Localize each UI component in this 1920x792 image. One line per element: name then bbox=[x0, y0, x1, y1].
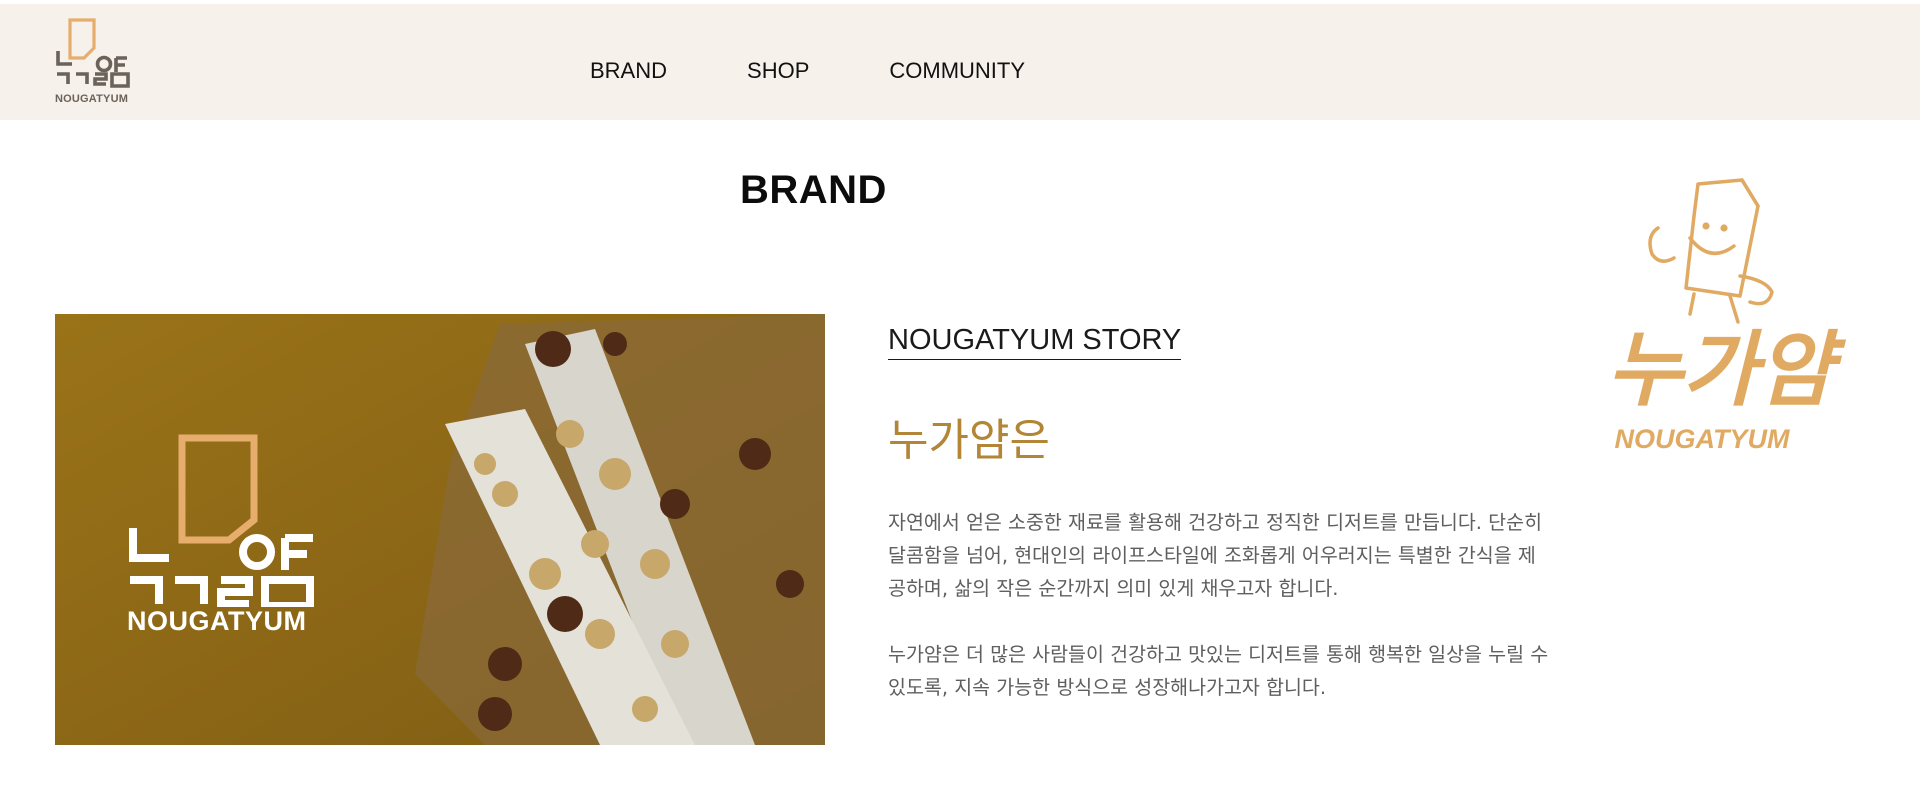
story-line: 달콤함을 넘어, 현대인의 라이프스타일에 조화롭게 어우러지는 특별한 간식을… bbox=[888, 544, 1536, 567]
story-line: 누가얌은 더 많은 사람들이 건강하고 맛있는 디저트를 통해 행복한 일상을 … bbox=[888, 643, 1549, 666]
story-paragraph-1: 자연에서 얻은 소중한 재료를 활용해 건강하고 정직한 디저트를 만듭니다. … bbox=[888, 506, 1568, 605]
story-subheading: 누가얌은 bbox=[888, 415, 1050, 466]
hero-image: NOUGATYUM bbox=[55, 314, 825, 745]
story-heading: NOUGATYUM STORY bbox=[888, 324, 1182, 360]
hero-logo: NOUGATYUM bbox=[125, 432, 325, 642]
logo-mark-icon bbox=[56, 18, 130, 88]
story-line: 자연에서 얻은 소중한 재료를 활용해 건강하고 정직한 디저트를 만듭니다. … bbox=[888, 511, 1543, 534]
page-title: BRAND bbox=[740, 168, 887, 212]
top-header: NOUGATYUM BRAND SHOP COMMUNITY bbox=[0, 4, 1920, 120]
story-line: 있도록, 지속 가능한 방식으로 성장해나가고자 합니다. bbox=[888, 676, 1327, 699]
story-section: NOUGATYUM STORY 누가얌은 자연에서 얻은 소중한 재료를 활용해… bbox=[888, 324, 1578, 704]
main-nav: BRAND SHOP COMMUNITY bbox=[590, 58, 1105, 84]
mascot-wordmark: NOUGATYUM bbox=[1615, 424, 1790, 454]
mascot-korean-mark: 누가얌 bbox=[1607, 323, 1847, 418]
nav-community[interactable]: COMMUNITY bbox=[889, 58, 1025, 84]
brand-logo[interactable]: NOUGATYUM bbox=[52, 18, 136, 108]
nougat-mascot-icon: 누가얌 NOUGATYUM bbox=[1607, 178, 1847, 454]
nav-brand[interactable]: BRAND bbox=[590, 58, 667, 84]
logo-wordmark: NOUGATYUM bbox=[55, 93, 129, 105]
story-line: 공하며, 삶의 작은 순간까지 의미 있게 채우고자 합니다. bbox=[888, 577, 1339, 600]
hero-logo-wordmark: NOUGATYUM bbox=[127, 606, 307, 636]
story-paragraph-2: 누가얌은 더 많은 사람들이 건강하고 맛있는 디저트를 통해 행복한 일상을 … bbox=[888, 638, 1568, 704]
hero-logo-mark-icon bbox=[129, 434, 314, 607]
mascot-illustration: 누가얌 NOUGATYUM bbox=[1590, 176, 1854, 456]
nav-shop[interactable]: SHOP bbox=[747, 58, 809, 84]
